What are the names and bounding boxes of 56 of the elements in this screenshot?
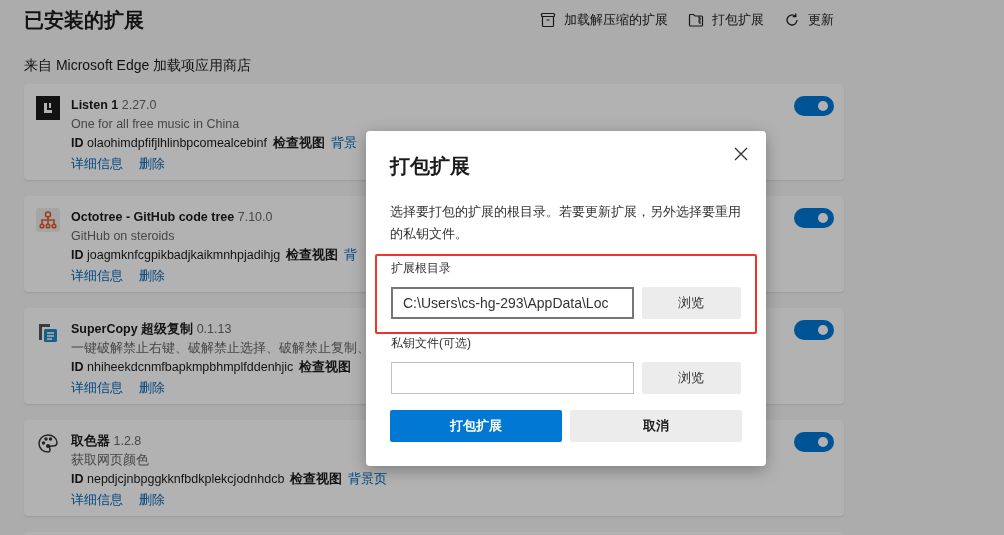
toggle-switch[interactable] <box>794 96 834 116</box>
inspect-views-label: 检查视图 <box>286 247 339 264</box>
extension-link[interactable]: 删除 <box>139 155 165 174</box>
path-field[interactable] <box>391 362 634 394</box>
archive-icon <box>540 12 556 28</box>
inspect-views-label: 检查视图 <box>299 359 352 376</box>
background-page-link[interactable]: 背 <box>344 246 358 265</box>
toggle-switch[interactable] <box>794 320 834 340</box>
extension-link[interactable]: 详细信息 <box>71 155 123 174</box>
extension-description: One for all free music in China <box>71 116 241 133</box>
extension-name: Octotree - GitHub code tree <box>71 210 235 224</box>
extension-name: 取色器 <box>71 434 110 448</box>
inspect-views-label: 检查视图 <box>272 135 325 152</box>
extension-id: ID nepdjcjnbpggkknfbdkplekcjodnhdcb <box>71 471 285 488</box>
extension-version: 0.1.13 <box>196 322 232 336</box>
palette-icon <box>36 432 60 456</box>
extension-id: ID olaohimdpfifjlhlinbpcomealcebinf <box>71 135 267 152</box>
background-page-link[interactable]: 背景页 <box>348 470 388 489</box>
extension-id: ID nhiheekdcnmfbapkmpbhmplfddenhjic <box>71 359 294 376</box>
dialog-description: 选择要打包的扩展的根目录。若要更新扩展，另外选择要重用的私钥文件。 <box>390 203 742 243</box>
section-label: 来自 Microsoft Edge 加载项应用商店 <box>24 57 253 75</box>
toolbar-button[interactable]: 打包扩展 <box>688 11 764 29</box>
extension-description: 获取网页颜色 <box>71 452 150 469</box>
extension-link[interactable]: 详细信息 <box>71 267 123 286</box>
toolbar-button[interactable]: 加载解压缩的扩展 <box>540 11 668 29</box>
tree-icon <box>36 208 60 232</box>
extension-link[interactable]: 删除 <box>139 491 165 510</box>
path-field[interactable]: C:\Users\cs-hg-293\AppData\Loc <box>391 287 634 319</box>
background-page-link[interactable]: 背景 <box>330 134 357 153</box>
inspect-views-label: 检查视图 <box>290 471 343 488</box>
field-label: 私钥文件(可选) <box>391 335 472 352</box>
dialog-title: 打包扩展 <box>390 154 471 179</box>
browse-button[interactable]: 浏览 <box>641 362 741 394</box>
page-title: 已安装的扩展 <box>24 7 144 33</box>
extension-id: ID joagmknfcgpikbadjkaikmnhpjadihjg <box>71 247 281 264</box>
extension-version: 1.2.8 <box>113 434 142 448</box>
app-logo-icon <box>36 96 60 120</box>
extension-version: 7.10.0 <box>237 210 273 224</box>
pack-button[interactable]: 打包扩展 <box>390 410 562 442</box>
extension-description: 一键破解禁止右键、破解禁止选择、破解禁止复制、 <box>71 340 370 357</box>
cancel-button[interactable]: 取消 <box>570 410 742 442</box>
toggle-switch[interactable] <box>794 208 834 228</box>
extension-link[interactable]: 详细信息 <box>71 491 123 510</box>
extension-link[interactable]: 详细信息 <box>71 379 123 398</box>
extension-link[interactable]: 删除 <box>139 379 165 398</box>
browse-button[interactable]: 浏览 <box>641 287 741 319</box>
folder-zip-icon <box>688 12 704 28</box>
extension-name: SuperCopy 超级复制 <box>71 322 194 336</box>
toggle-switch[interactable] <box>794 432 834 452</box>
refresh-icon <box>784 12 800 28</box>
extension-version: 2.27.0 <box>121 98 157 112</box>
field-label: 扩展根目录 <box>391 260 452 277</box>
extension-description: GitHub on steroids <box>71 228 176 245</box>
extension-name: Listen 1 <box>71 98 119 112</box>
toolbar-button[interactable]: 更新 <box>784 11 834 29</box>
extension-link[interactable]: 删除 <box>139 267 165 286</box>
